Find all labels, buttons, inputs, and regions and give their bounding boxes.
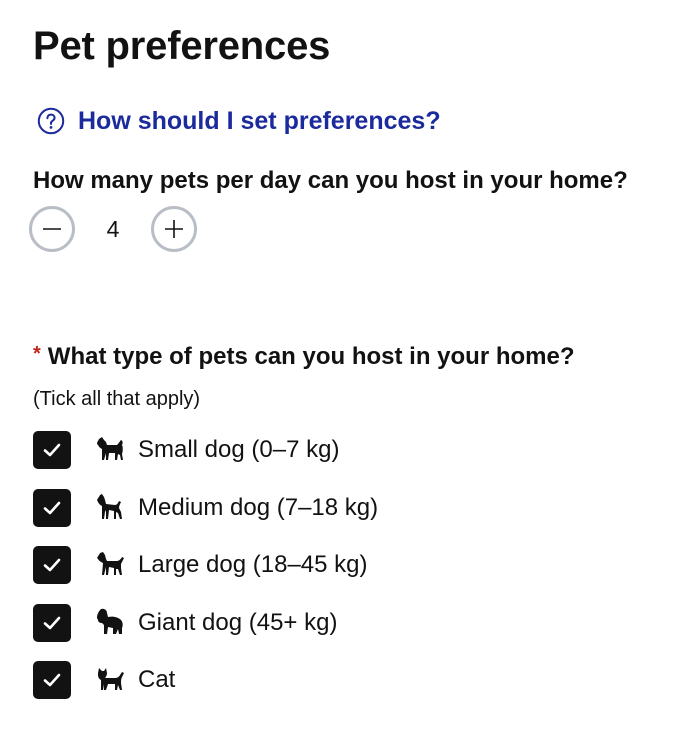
check-icon [43,616,61,629]
pet-option-small-dog[interactable]: Small dog (0–7 kg) [33,430,378,470]
medium-dog-icon [95,492,127,524]
pet-option-medium-dog[interactable]: Medium dog (7–18 kg) [33,488,378,528]
giant-dog-label: Giant dog (45+ kg) [138,608,338,636]
pet-type-question: * What type of pets can you host in your … [33,338,575,373]
pet-type-list: Small dog (0–7 kg) Medium dog (7–18 kg) [33,430,378,718]
pet-type-question-text: What type of pets can you host in your h… [47,343,575,370]
pet-count-value: 4 [106,216,120,242]
check-icon [43,673,61,687]
help-link-label: How should I set preferences? [78,107,441,135]
small-dog-checkbox[interactable] [33,431,71,469]
cat-icon [95,664,127,696]
minus-icon [40,217,64,241]
giant-dog-checkbox[interactable] [33,603,71,642]
help-link[interactable]: How should I set preferences? [37,104,441,138]
large-dog-icon [95,549,127,581]
cat-checkbox[interactable] [33,661,71,699]
giant-dog-icon [95,607,127,639]
pet-option-giant-dog[interactable]: Giant dog (45+ kg) [33,603,378,643]
plus-icon [162,217,186,241]
decrement-button[interactable] [29,206,75,252]
small-dog-label: Small dog (0–7 kg) [138,436,340,463]
increment-button[interactable] [151,206,197,252]
pet-type-hint: (Tick all that apply) [33,388,201,410]
cat-label: Cat [138,666,176,693]
medium-dog-label: Medium dog (7–18 kg) [138,493,379,521]
pet-option-large-dog[interactable]: Large dog (18–45 kg) [33,545,378,585]
pet-preferences-page: Pet preferences How should I set prefere… [0,0,691,730]
large-dog-checkbox[interactable] [33,546,71,584]
pet-count-stepper: 4 [29,206,197,252]
small-dog-icon [95,434,127,466]
check-icon [43,501,61,514]
required-marker: * [33,343,41,365]
pet-option-cat[interactable]: Cat [33,660,378,700]
question-circle-icon [37,107,65,135]
medium-dog-checkbox[interactable] [33,488,71,527]
check-icon [43,443,61,457]
large-dog-label: Large dog (18–45 kg) [138,551,368,578]
page-title: Pet preferences [33,24,331,68]
check-icon [43,558,61,572]
capacity-question: How many pets per day can you host in yo… [33,167,628,194]
